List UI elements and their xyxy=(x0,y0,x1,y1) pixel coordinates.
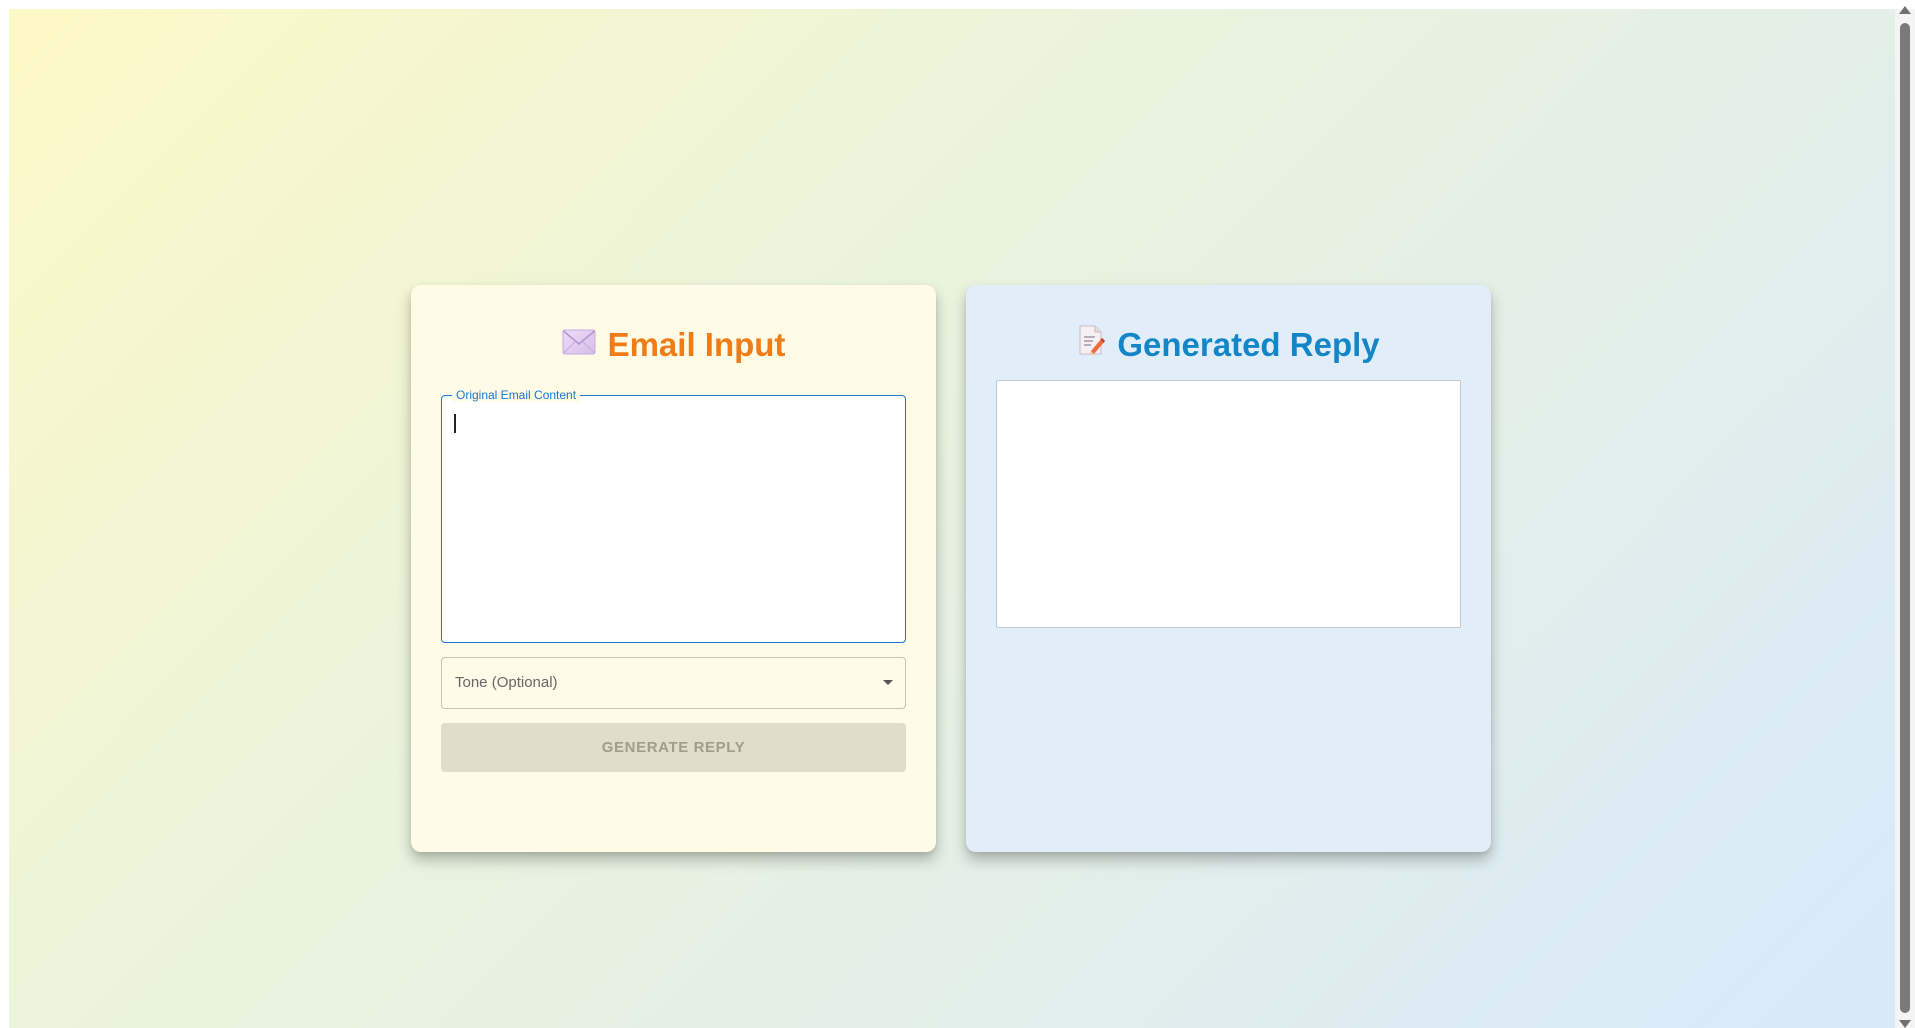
generate-reply-button[interactable]: GENERATE REPLY xyxy=(441,723,906,772)
original-email-label: Original Email Content xyxy=(452,388,581,402)
vertical-scrollbar[interactable] xyxy=(1895,6,1915,1028)
generated-reply-title: Generated Reply xyxy=(966,325,1491,368)
app-background: Email Input Original Email Content Tone … xyxy=(9,9,1895,1028)
generated-reply-card: Generated Reply xyxy=(966,285,1491,852)
email-input-title: Email Input xyxy=(411,325,936,367)
envelope-icon xyxy=(562,324,596,364)
scroll-up-arrow-icon[interactable] xyxy=(1899,6,1911,14)
email-input-card: Email Input Original Email Content Tone … xyxy=(411,285,936,852)
memo-pencil-icon xyxy=(1077,324,1106,365)
email-input-title-text: Email Input xyxy=(607,326,786,363)
text-caret xyxy=(454,414,456,433)
generated-reply-title-text: Generated Reply xyxy=(1117,326,1380,363)
tone-select[interactable]: Tone (Optional) xyxy=(441,657,906,709)
tone-select-label: Tone (Optional) xyxy=(455,674,558,691)
scroll-down-arrow-icon[interactable] xyxy=(1899,1020,1911,1028)
scrollbar-thumb[interactable] xyxy=(1900,23,1910,1013)
generated-reply-output[interactable] xyxy=(996,380,1461,628)
original-email-field[interactable]: Original Email Content xyxy=(441,388,906,643)
chevron-down-icon xyxy=(883,680,893,685)
